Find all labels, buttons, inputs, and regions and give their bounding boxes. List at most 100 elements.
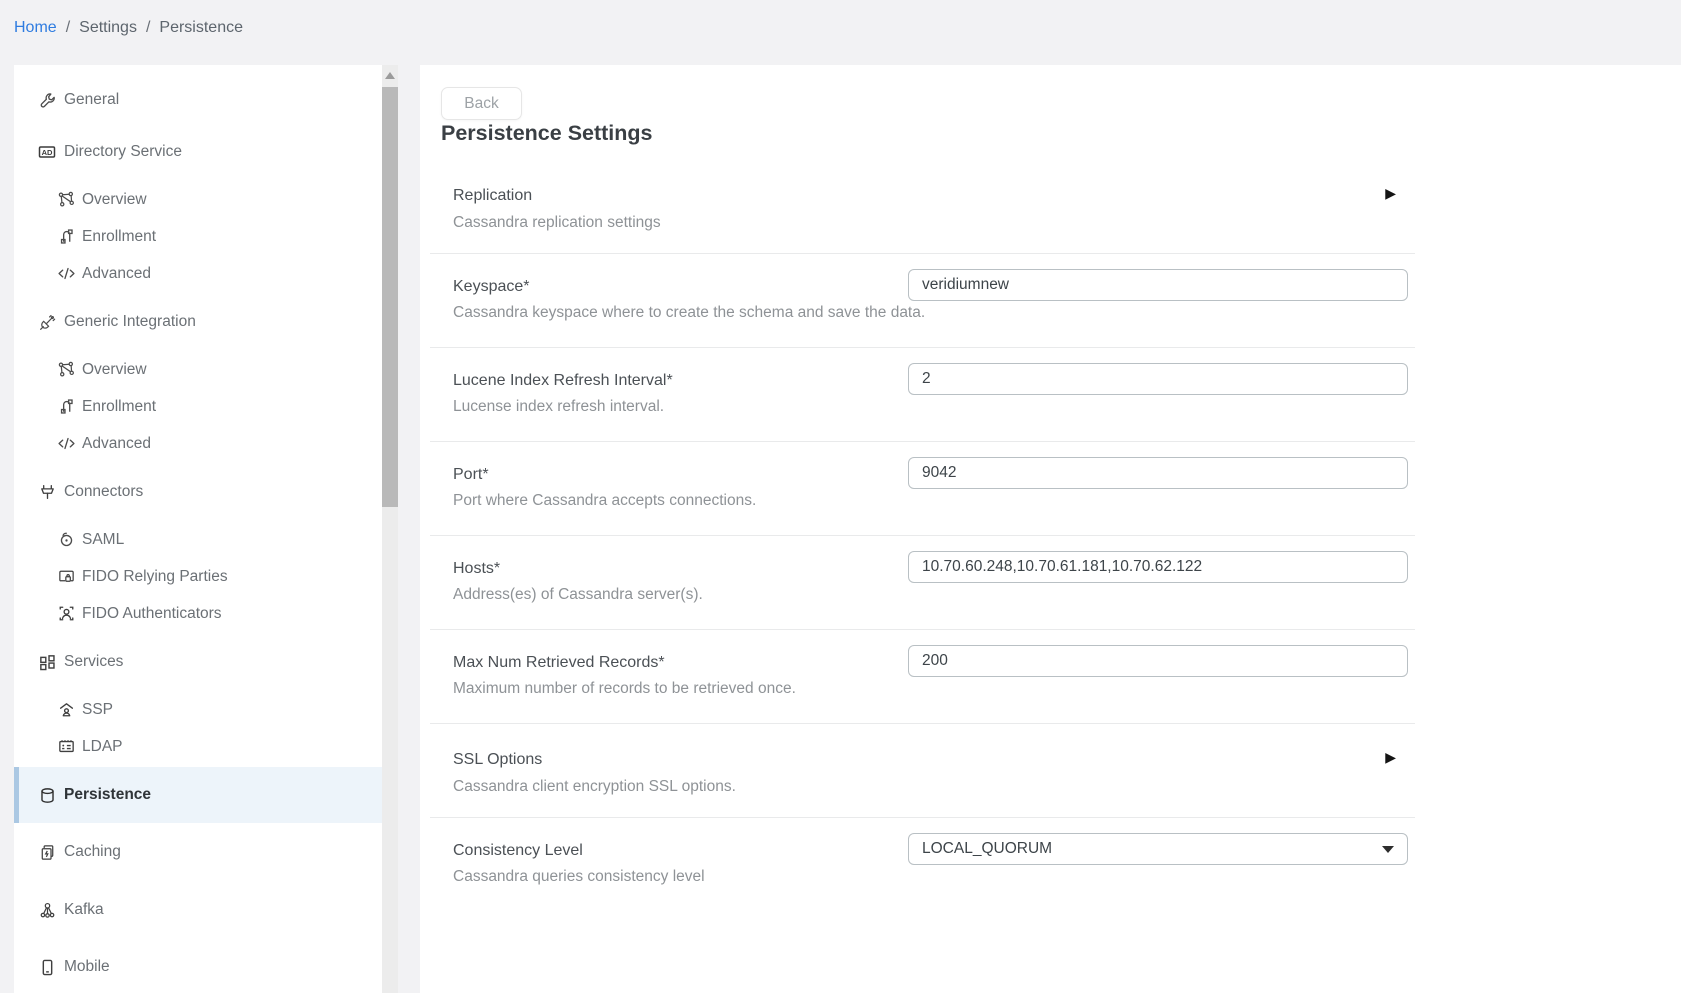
sidebar-item-label: Overview — [82, 191, 147, 209]
scrollbar-up-arrow-icon[interactable] — [385, 72, 395, 79]
sidebar-item-label: General — [64, 91, 119, 109]
form-row-lucene-index-refresh-interval: Lucene Index Refresh Interval* Lucense i… — [430, 348, 1415, 442]
port-input[interactable] — [908, 457, 1408, 489]
field-description: Port where Cassandra accepts connections… — [453, 492, 756, 510]
breadcrumb-home-link[interactable]: Home — [14, 19, 57, 36]
field-label: Lucene Index Refresh Interval* — [453, 372, 673, 390]
back-button[interactable]: Back — [441, 87, 522, 120]
field-label: Hosts* — [453, 560, 500, 578]
sidebar-item-ssp[interactable]: SSP — [14, 691, 382, 728]
sidebar-item-overview-1[interactable]: Overview — [14, 181, 382, 218]
breadcrumb: Home / Settings / Persistence — [14, 19, 243, 37]
directory-service-icon: AD — [37, 142, 57, 162]
fido-authenticators-icon — [56, 604, 76, 624]
code-icon — [56, 434, 76, 454]
sidebar-item-label: Generic Integration — [64, 313, 196, 331]
form-row-ssl-options: SSL Options Cassandra client encryption … — [430, 724, 1415, 818]
field-description: Cassandra client encryption SSL options. — [453, 778, 736, 796]
sidebar-item-label: Overview — [82, 361, 147, 379]
field-description: Cassandra keyspace where to create the s… — [453, 304, 925, 322]
sidebar-item-label: Advanced — [82, 435, 151, 453]
sidebar-item-overview-2[interactable]: Overview — [14, 351, 382, 388]
sidebar-item-label: SSP — [82, 701, 113, 719]
form-row-max-num-retrieved-records: Max Num Retrieved Records* Maximum numbe… — [430, 630, 1415, 724]
field-description: Lucense index refresh interval. — [453, 398, 664, 416]
sidebar-item-mobile[interactable]: Mobile — [14, 948, 382, 986]
sidebar-item-general[interactable]: General — [14, 81, 382, 119]
sidebar-item-saml[interactable]: SAML — [14, 521, 382, 558]
keyspace-input[interactable] — [908, 269, 1408, 301]
breadcrumb-separator: / — [66, 19, 70, 36]
sidebar-item-services[interactable]: Services — [14, 643, 382, 681]
sidebar-item-label: Enrollment — [82, 228, 156, 246]
sidebar-item-ldap[interactable]: LDAP — [14, 728, 382, 765]
sidebar-scrollbar-thumb[interactable] — [382, 87, 398, 507]
field-description: Maximum number of records to be retrieve… — [453, 680, 796, 698]
expand-right-triangle-icon[interactable]: ▶ — [1385, 186, 1396, 200]
sidebar-item-label: Directory Service — [64, 143, 182, 161]
sidebar-item-directory-service[interactable]: AD Directory Service — [14, 133, 382, 171]
sidebar-item-label: Mobile — [64, 958, 110, 976]
field-description: Address(es) of Cassandra server(s). — [453, 586, 703, 604]
sidebar-item-label: Advanced — [82, 265, 151, 283]
sidebar-item-label: Caching — [64, 843, 121, 861]
ssp-icon — [56, 700, 76, 720]
field-label: SSL Options — [453, 751, 542, 769]
field-label: Replication — [453, 187, 532, 205]
sidebar-item-enrollment-1[interactable]: Enrollment — [14, 218, 382, 255]
connectors-plug-icon — [37, 482, 57, 502]
sidebar-item-advanced-1[interactable]: Advanced — [14, 255, 382, 292]
sidebar-item-label: Services — [64, 653, 123, 671]
form-row-port: Port* Port where Cassandra accepts conne… — [430, 442, 1415, 536]
field-description: Cassandra replication settings — [453, 214, 661, 232]
svg-text:AD: AD — [42, 148, 53, 157]
sidebar-item-fido-relying-parties[interactable]: FIDO Relying Parties — [14, 558, 382, 595]
consistency-level-value: LOCAL_QUORUM — [922, 840, 1052, 858]
hosts-input[interactable] — [908, 551, 1408, 583]
max-num-retrieved-records-input[interactable] — [908, 645, 1408, 677]
sidebar-item-enrollment-2[interactable]: Enrollment — [14, 388, 382, 425]
sidebar-item-label: Connectors — [64, 483, 143, 501]
mobile-phone-icon — [37, 957, 57, 977]
enrollment-icon — [56, 227, 76, 247]
page-title: Persistence Settings — [441, 121, 653, 146]
enrollment-icon — [56, 397, 76, 417]
form-row-hosts: Hosts* Address(es) of Cassandra server(s… — [430, 536, 1415, 630]
sidebar-item-label: FIDO Relying Parties — [82, 568, 228, 586]
sidebar-item-label: LDAP — [82, 738, 123, 756]
sidebar-item-kafka[interactable]: Kafka — [14, 891, 382, 929]
expand-right-triangle-icon[interactable]: ▶ — [1385, 750, 1396, 764]
overview-graph-icon — [56, 190, 76, 210]
sidebar-item-persistence[interactable]: Persistence — [14, 767, 382, 823]
form-row-keyspace: Keyspace* Cassandra keyspace where to cr… — [430, 254, 1415, 348]
wrench-icon — [37, 90, 57, 110]
ldap-card-icon — [56, 737, 76, 757]
integration-plug-icon — [37, 312, 57, 332]
field-label: Keyspace* — [453, 278, 530, 296]
consistency-level-select[interactable]: LOCAL_QUORUM — [908, 833, 1408, 865]
dropdown-caret-icon — [1382, 846, 1394, 853]
lucene-index-refresh-interval-input[interactable] — [908, 363, 1408, 395]
breadcrumb-settings: Settings — [79, 19, 137, 36]
sidebar-item-advanced-2[interactable]: Advanced — [14, 425, 382, 462]
sidebar-scrollbar-track[interactable] — [382, 65, 398, 993]
field-label: Consistency Level — [453, 842, 583, 860]
services-grid-icon — [37, 652, 57, 672]
fido-relying-parties-icon — [56, 567, 76, 587]
overview-graph-icon — [56, 360, 76, 380]
persistence-settings-form: Replication Cassandra replication settin… — [430, 160, 1415, 912]
field-description: Cassandra queries consistency level — [453, 868, 705, 886]
sidebar-item-label: Kafka — [64, 901, 104, 919]
code-icon — [56, 264, 76, 284]
field-label: Max Num Retrieved Records* — [453, 654, 665, 672]
breadcrumb-separator: / — [146, 19, 150, 36]
field-label: Port* — [453, 466, 489, 484]
sidebar-item-label: SAML — [82, 531, 124, 549]
saml-icon — [56, 530, 76, 550]
sidebar-item-fido-authenticators[interactable]: FIDO Authenticators — [14, 595, 382, 632]
settings-sidebar: General AD Directory Service Overview En… — [14, 65, 382, 993]
sidebar-item-caching[interactable]: Caching — [14, 833, 382, 871]
breadcrumb-persistence: Persistence — [159, 19, 243, 36]
sidebar-item-connectors[interactable]: Connectors — [14, 473, 382, 511]
sidebar-item-generic-integration[interactable]: Generic Integration — [14, 303, 382, 341]
